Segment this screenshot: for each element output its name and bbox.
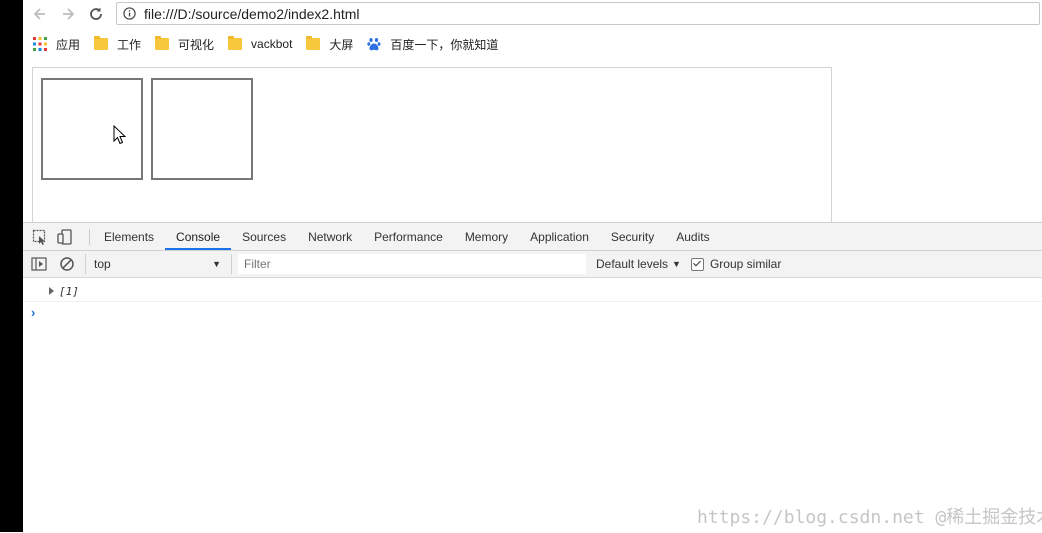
bookmark-apps[interactable]: 应用 xyxy=(33,33,80,55)
address-bar[interactable]: file:///D:/source/demo2/index2.html xyxy=(116,2,1040,25)
mouse-cursor-icon xyxy=(113,125,127,145)
info-icon[interactable] xyxy=(123,7,136,20)
dropdown-arrow-icon: ▼ xyxy=(672,259,681,269)
group-similar-checkbox[interactable] xyxy=(690,257,704,271)
bookmark-visualization[interactable]: 可视化 xyxy=(155,33,214,55)
bookmark-baidu[interactable]: 百度一下，你就知道 xyxy=(367,33,498,55)
dropdown-arrow-icon: ▼ xyxy=(212,259,221,269)
tab-memory[interactable]: Memory xyxy=(454,223,519,250)
devtools-panel: Elements Console Sources Network Perform… xyxy=(23,222,1042,533)
folder-icon xyxy=(155,36,170,50)
bookmark-vackbot[interactable]: vackbot xyxy=(228,33,292,55)
context-selector[interactable]: top ▼ xyxy=(85,254,225,274)
tab-sources[interactable]: Sources xyxy=(231,223,297,250)
baidu-paw-icon xyxy=(367,38,381,51)
prompt-caret-icon: › xyxy=(31,304,36,320)
console-prompt[interactable]: › xyxy=(23,302,35,322)
bookmark-label: 工作 xyxy=(117,37,142,52)
back-button[interactable] xyxy=(29,3,51,25)
watermark: https://blog.csdn.net @稀土掘金技术社区 xyxy=(697,507,1042,528)
console-output: [1] › xyxy=(23,278,1042,533)
page-viewport xyxy=(23,60,1042,227)
context-value: top xyxy=(94,257,111,271)
sidebar-toggle-icon[interactable] xyxy=(31,256,47,272)
tab-audits[interactable]: Audits xyxy=(665,223,720,250)
url-text: file:///D:/source/demo2/index2.html xyxy=(144,5,360,22)
group-similar-toggle[interactable]: Group similar xyxy=(690,257,782,271)
folder-icon xyxy=(306,36,321,50)
tab-performance[interactable]: Performance xyxy=(363,223,454,250)
bookmark-work[interactable]: 工作 xyxy=(94,33,141,55)
box-2[interactable] xyxy=(151,78,253,180)
window-left-edge xyxy=(0,0,23,532)
devtools-tabbar: Elements Console Sources Network Perform… xyxy=(23,223,1042,251)
apps-grid-icon xyxy=(33,37,47,51)
reload-button[interactable] xyxy=(85,3,107,25)
folder-icon xyxy=(94,36,109,50)
devtools-tabs: Elements Console Sources Network Perform… xyxy=(93,223,721,250)
log-levels-label: Default levels xyxy=(596,257,669,271)
address-bar-row: file:///D:/source/demo2/index2.html xyxy=(23,0,1042,28)
box-1[interactable] xyxy=(41,78,143,180)
bookmarks-bar: 应用 工作 可视化 vackbot 大屏 百度一下，你就知道 xyxy=(23,30,1042,58)
bookmark-label: 大屏 xyxy=(329,37,354,52)
folder-icon xyxy=(228,36,243,50)
clear-console-icon[interactable] xyxy=(59,256,75,272)
bookmark-big-screen[interactable]: 大屏 xyxy=(306,33,353,55)
tab-application[interactable]: Application xyxy=(519,223,600,250)
browser-window: file:///D:/source/demo2/index2.html 应用 工… xyxy=(23,0,1042,533)
reload-icon xyxy=(90,7,102,20)
tab-separator xyxy=(89,229,90,245)
bookmark-label: 可视化 xyxy=(178,37,215,52)
forward-button[interactable] xyxy=(57,3,79,25)
log-levels-dropdown[interactable]: Default levels ▼ xyxy=(596,257,681,271)
filter-wrapper xyxy=(231,254,586,274)
tab-security[interactable]: Security xyxy=(600,223,665,250)
group-similar-label: Group similar xyxy=(709,257,782,271)
expand-triangle-icon[interactable] xyxy=(49,287,54,295)
tab-network[interactable]: Network xyxy=(297,223,363,250)
tab-elements[interactable]: Elements xyxy=(93,223,165,250)
forward-arrow-icon xyxy=(63,8,75,20)
back-arrow-icon xyxy=(33,8,45,20)
tab-console[interactable]: Console xyxy=(165,223,232,250)
console-log-row[interactable]: [1] xyxy=(23,281,1042,302)
console-toolbar: top ▼ Default levels ▼ Group similar xyxy=(23,251,1042,278)
inspect-element-icon[interactable] xyxy=(32,229,48,245)
bookmark-label: 百度一下，你就知道 xyxy=(390,37,499,52)
filter-input[interactable] xyxy=(238,254,586,274)
log-value: [1] xyxy=(59,284,79,298)
device-toolbar-icon[interactable] xyxy=(57,229,73,245)
bookmark-label: 应用 xyxy=(56,37,81,52)
bookmark-label: vackbot xyxy=(251,37,293,51)
page-container xyxy=(32,67,832,227)
